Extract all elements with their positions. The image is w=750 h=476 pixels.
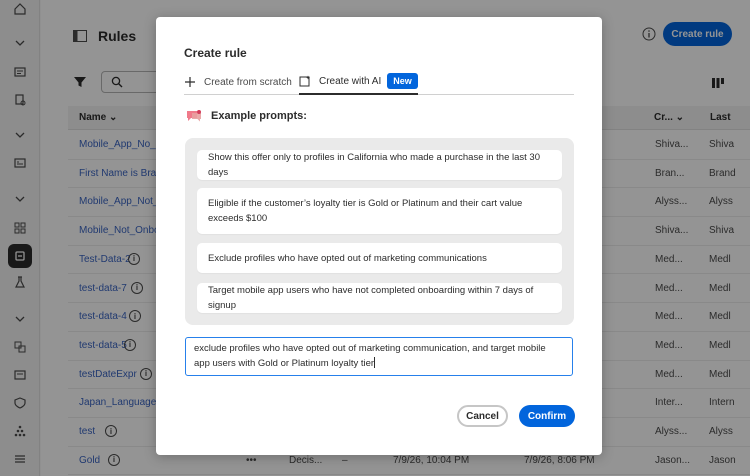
ai-sparkle-icon bbox=[299, 75, 310, 87]
example-prompt[interactable]: Eligible if the customer’s loyalty tier … bbox=[197, 188, 562, 234]
new-badge: New bbox=[387, 73, 418, 89]
chat-bubble-icon bbox=[187, 110, 201, 122]
example-prompt[interactable]: Show this offer only to profiles in Cali… bbox=[197, 150, 562, 180]
dialog-title: Create rule bbox=[184, 46, 247, 60]
plus-icon bbox=[185, 77, 195, 87]
example-prompts-list: Show this offer only to profiles in Cali… bbox=[185, 138, 574, 325]
cancel-button[interactable]: Cancel bbox=[457, 405, 508, 427]
example-prompt[interactable]: Exclude profiles who have opted out of m… bbox=[197, 243, 562, 273]
confirm-button[interactable]: Confirm bbox=[519, 405, 575, 427]
tab-create-from-scratch[interactable]: Create from scratch bbox=[184, 69, 292, 95]
text-caret bbox=[374, 357, 376, 368]
create-rule-dialog: Create rule Create from scratch Create w… bbox=[156, 17, 602, 455]
tab-label: Create from scratch bbox=[204, 76, 292, 88]
example-prompts-heading: Example prompts: bbox=[186, 109, 307, 123]
example-prompt[interactable]: Target mobile app users who have not com… bbox=[197, 283, 562, 313]
dialog-tabs: Create from scratch Create with AI New bbox=[184, 69, 574, 95]
tab-create-with-ai[interactable]: Create with AI New bbox=[299, 69, 418, 95]
tab-label: Create with AI bbox=[319, 75, 382, 87]
prompt-textarea[interactable]: exclude profiles who have opted out of m… bbox=[185, 337, 573, 376]
